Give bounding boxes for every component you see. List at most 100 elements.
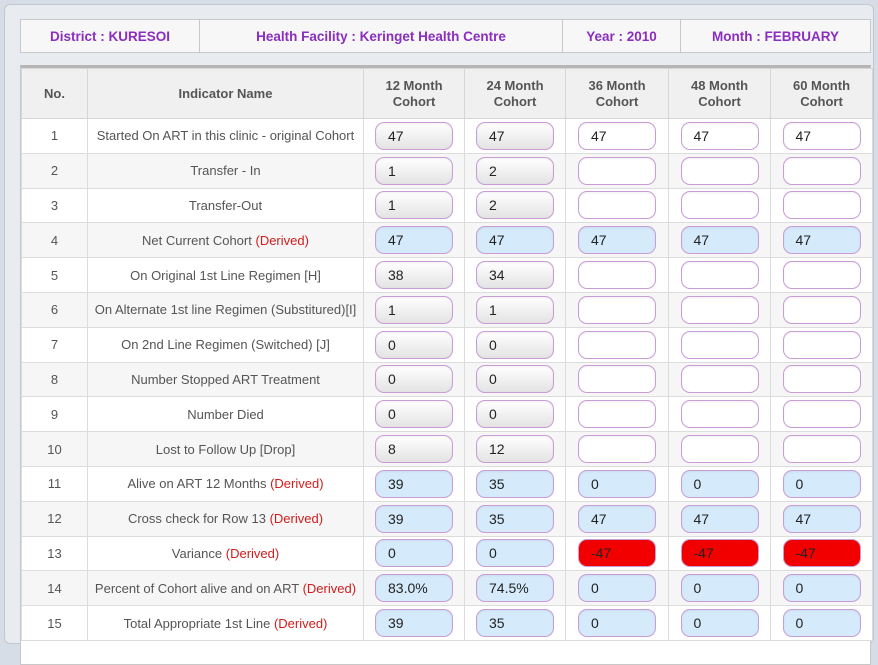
cohort-input-60-month[interactable] xyxy=(782,435,861,464)
cohort-input-24-month[interactable]: 35 xyxy=(476,469,554,498)
cohort-input-48-month[interactable]: 0 xyxy=(680,609,759,638)
cohort-input-48-month[interactable] xyxy=(680,191,759,220)
row-number: 3 xyxy=(21,187,88,224)
cohort-input-12-month[interactable]: 0 xyxy=(375,400,453,429)
cohort-input-12-month[interactable]: 38 xyxy=(375,261,453,290)
cohort-input-60-month[interactable] xyxy=(782,295,861,324)
cohort-input-36-month[interactable] xyxy=(578,400,656,429)
cohort-input-12-month[interactable]: 0 xyxy=(375,330,453,359)
cohort-input-12-month[interactable]: 1 xyxy=(375,156,453,185)
derived-tag: (Derived) xyxy=(270,476,324,492)
cohort-input-48-month[interactable]: 47 xyxy=(680,226,759,255)
cohort-input-60-month[interactable]: -47 xyxy=(782,539,861,568)
cohort-input-36-month[interactable]: 0 xyxy=(578,609,656,638)
cohort-input-36-month[interactable]: -47 xyxy=(578,539,656,568)
cohort-input-48-month[interactable]: -47 xyxy=(680,539,759,568)
cohort-input-36-month[interactable] xyxy=(578,295,656,324)
cohort-input-48-month[interactable] xyxy=(680,295,759,324)
cohort-input-24-month[interactable]: 47 xyxy=(476,121,554,150)
cohort-input-60-month[interactable] xyxy=(782,156,861,185)
cohort-input-48-month[interactable] xyxy=(680,330,759,359)
cohort-input-36-month[interactable] xyxy=(578,365,656,394)
cohort-input-24-month[interactable]: 2 xyxy=(476,191,554,220)
cohort-input-36-month[interactable]: 47 xyxy=(578,226,656,255)
indicator-name-cell: Percent of Cohort alive and on ART (Deri… xyxy=(87,570,364,607)
cohort-input-12-month[interactable]: 8 xyxy=(375,435,453,464)
cohort-input-60-month[interactable] xyxy=(782,365,861,394)
cohort-input-60-month[interactable] xyxy=(782,191,861,220)
cohort-table: No. Indicator Name 12 Month Cohort 24 Mon… xyxy=(21,68,873,641)
cohort-cell-60-month xyxy=(770,431,873,467)
cohort-input-24-month[interactable]: 34 xyxy=(476,261,554,290)
indicator-name: Total Appropriate 1st Line xyxy=(123,615,271,631)
cohort-cell-36-month: 0 xyxy=(565,570,669,607)
cohort-input-60-month[interactable]: 0 xyxy=(782,469,861,498)
cohort-cell-24-month: 12 xyxy=(464,431,566,467)
cohort-input-36-month[interactable]: 47 xyxy=(578,504,656,533)
row-number: 12 xyxy=(21,500,88,537)
cohort-table-container: No. Indicator Name 12 Month Cohort 24 Mon… xyxy=(20,65,873,665)
cohort-cell-12-month: 1 xyxy=(363,187,465,224)
cohort-input-36-month[interactable] xyxy=(578,191,656,220)
cohort-input-12-month[interactable]: 1 xyxy=(375,191,453,220)
cohort-input-60-month[interactable]: 47 xyxy=(782,226,861,255)
cohort-input-12-month[interactable]: 1 xyxy=(375,295,453,324)
cohort-input-60-month[interactable]: 47 xyxy=(782,504,861,533)
cohort-input-24-month[interactable]: 2 xyxy=(476,156,554,185)
cohort-input-12-month[interactable]: 0 xyxy=(375,365,453,394)
cohort-input-24-month[interactable]: 12 xyxy=(476,435,554,464)
cohort-input-48-month[interactable] xyxy=(680,435,759,464)
table-row: 7 On 2nd Line Regimen (Switched) [J] 0 0 xyxy=(21,326,873,363)
cohort-input-60-month[interactable] xyxy=(782,330,861,359)
cohort-input-24-month[interactable]: 0 xyxy=(476,330,554,359)
cohort-input-12-month[interactable]: 47 xyxy=(375,226,453,255)
cohort-input-48-month[interactable]: 47 xyxy=(680,121,759,150)
cohort-input-48-month[interactable]: 47 xyxy=(680,504,759,533)
cohort-input-36-month[interactable]: 0 xyxy=(578,469,656,498)
cohort-cell-36-month xyxy=(565,152,669,189)
cohort-cell-36-month xyxy=(565,361,669,398)
cohort-input-48-month[interactable] xyxy=(680,156,759,185)
cohort-input-48-month[interactable] xyxy=(680,365,759,394)
cohort-input-12-month[interactable]: 83.0% xyxy=(375,574,453,603)
cohort-input-48-month[interactable]: 0 xyxy=(680,469,759,498)
cohort-input-48-month[interactable] xyxy=(680,261,759,290)
cohort-cell-12-month: 39 xyxy=(363,605,465,641)
cohort-input-36-month[interactable]: 0 xyxy=(578,574,656,603)
cohort-input-24-month[interactable]: 35 xyxy=(476,609,554,638)
year-label: Year : 2010 xyxy=(563,20,681,52)
table-row: 2 Transfer - In 1 2 xyxy=(21,152,873,189)
cohort-input-12-month[interactable]: 39 xyxy=(375,609,453,638)
cohort-input-12-month[interactable]: 39 xyxy=(375,469,453,498)
cohort-input-60-month[interactable] xyxy=(782,261,861,290)
indicator-name: Percent of Cohort alive and on ART xyxy=(94,580,299,596)
table-row: 1 Started On ART in this clinic - origina… xyxy=(21,118,873,154)
cohort-input-60-month[interactable]: 0 xyxy=(782,574,861,603)
cohort-input-12-month[interactable]: 0 xyxy=(375,539,453,568)
cohort-cell-36-month: 47 xyxy=(565,500,669,537)
cohort-input-36-month[interactable] xyxy=(578,261,656,290)
indicator-name: Variance xyxy=(171,545,223,561)
cohort-input-24-month[interactable]: 74.5% xyxy=(476,574,554,603)
cohort-input-24-month[interactable]: 1 xyxy=(476,295,554,324)
cohort-cell-48-month xyxy=(668,257,771,293)
cohort-input-36-month[interactable] xyxy=(578,435,656,464)
indicator-name-cell: Transfer-Out xyxy=(87,187,364,224)
cohort-input-36-month[interactable] xyxy=(578,156,656,185)
cohort-input-24-month[interactable]: 0 xyxy=(476,365,554,394)
indicator-name-cell: Lost to Follow Up [Drop] xyxy=(87,431,364,467)
cohort-input-24-month[interactable]: 0 xyxy=(476,539,554,568)
cohort-input-60-month[interactable]: 47 xyxy=(782,121,861,150)
cohort-input-12-month[interactable]: 39 xyxy=(375,504,453,533)
cohort-input-60-month[interactable] xyxy=(782,400,861,429)
cohort-input-48-month[interactable]: 0 xyxy=(680,574,759,603)
indicator-name: Transfer - In xyxy=(190,163,261,179)
cohort-input-24-month[interactable]: 0 xyxy=(476,400,554,429)
cohort-input-60-month[interactable]: 0 xyxy=(782,609,861,638)
cohort-input-24-month[interactable]: 47 xyxy=(476,226,554,255)
cohort-input-12-month[interactable]: 47 xyxy=(375,121,453,150)
cohort-input-36-month[interactable]: 47 xyxy=(578,121,656,150)
cohort-input-24-month[interactable]: 35 xyxy=(476,504,554,533)
cohort-input-36-month[interactable] xyxy=(578,330,656,359)
cohort-input-48-month[interactable] xyxy=(680,400,759,429)
